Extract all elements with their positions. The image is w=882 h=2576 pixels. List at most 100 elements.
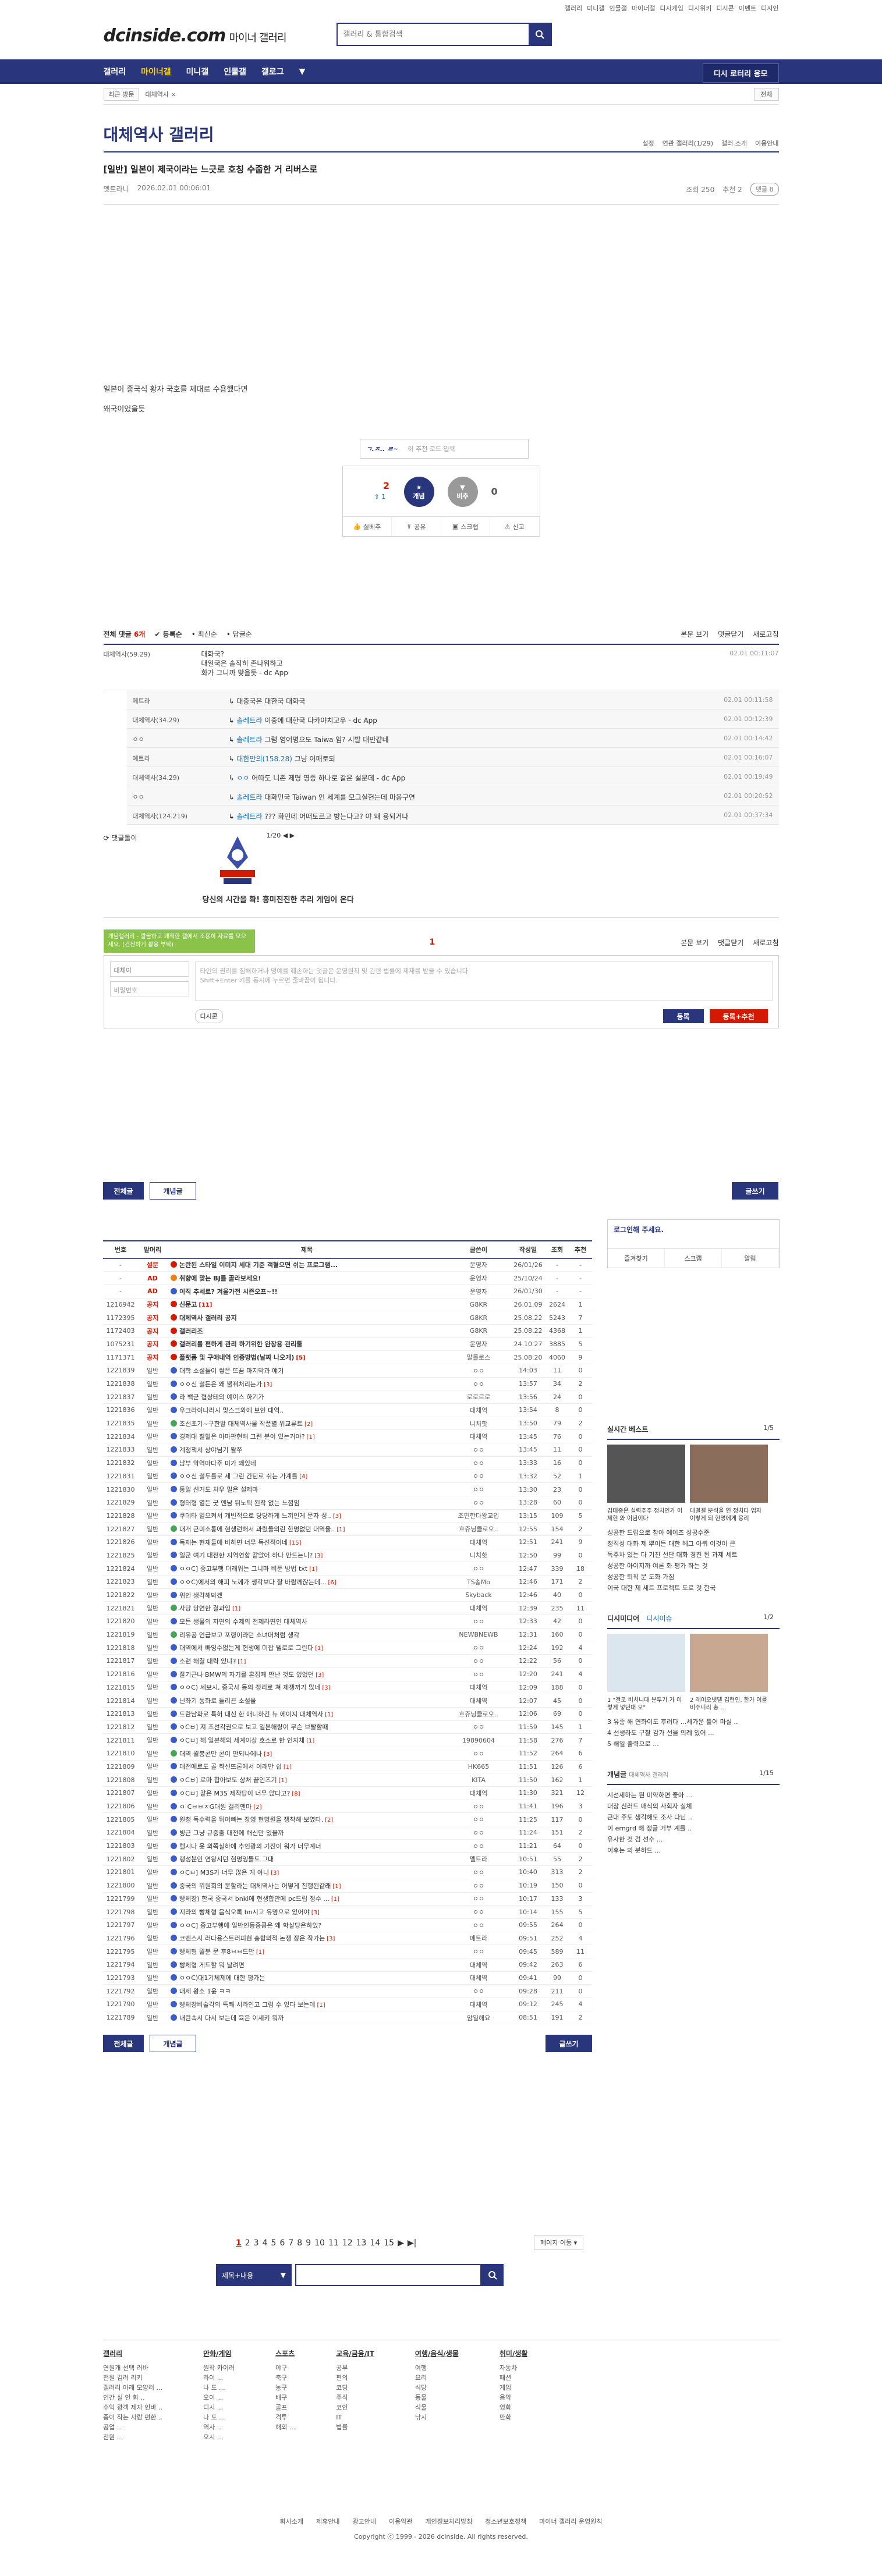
table-row[interactable]: 1221834 일반 경제대 철혈은 아마판현해 그런 분이 있는거야? [1] 대체역… (103, 1429, 592, 1444)
post-writer[interactable]: ㅇㅇ (447, 1879, 511, 1893)
close-comments-link[interactable]: 댓글닫기 (718, 629, 743, 639)
post-title[interactable]: 논란된 스타일 이미지 세대 기준 객혈으면 쉬는 프로그램... (179, 1261, 338, 1269)
footer-link[interactable]: 야구 (275, 2363, 295, 2373)
footer-link[interactable]: 법률 (336, 2422, 374, 2432)
sort-registered[interactable]: ✔ 등록순 (154, 629, 182, 639)
post-title[interactable]: 취향에 맞는 BJ를 골라보세요! (179, 1275, 261, 1282)
post-writer[interactable]: ㅇㅇ (447, 1470, 511, 1484)
post-title[interactable]: 빵체형 게드할 뭐 날려면 (179, 1961, 245, 1969)
reply-target[interactable]: 솔레트라 (236, 736, 262, 744)
footer-link[interactable]: 편의 (336, 2373, 374, 2383)
table-row[interactable]: - AD 이직 추세로? 겨울가전 시즌오프~!! 운영자 26/01/30- - (103, 1285, 592, 1298)
post-writer[interactable]: ㅇㅇ (447, 1800, 511, 1814)
tab-all-posts-bottom[interactable]: 전체글 (103, 2035, 144, 2053)
post-title-cell[interactable]: 대역에서 빠잉수없는게 현생에 미잡 텔로로 그린다 [1] (167, 1641, 447, 1655)
post-title[interactable]: ㅇㅇC) 세보시, 중국사 동의 정리로 쳐 제쟁까가 많네 (179, 1684, 320, 1691)
sort-reply[interactable]: • 답글순 (226, 629, 252, 639)
post-writer[interactable]: 운영자 (447, 1337, 511, 1351)
comment-count[interactable]: [1] (256, 1949, 264, 1956)
post-title-cell[interactable]: 대개 근미소통에 현생런해서 과렸들의린 한명없던 대역율.. [1] (167, 1522, 447, 1536)
page-link[interactable]: 13 (356, 2238, 367, 2248)
bottom-search-input[interactable] (295, 2264, 481, 2286)
reply-nick[interactable]: 메트라 (133, 696, 150, 705)
table-row[interactable]: 1221799 일반 빵체장) 한국 중국서 bnki에 현생합만에 pc드립 정수… (103, 1892, 592, 1906)
comment-count[interactable]: [1] (317, 2002, 325, 2009)
post-writer[interactable]: G8KR (447, 1311, 511, 1325)
post-title-cell[interactable]: 원청 독수력을 뒤어빠는 장영 현명원을 쟁착해 보였다. [2] (167, 1812, 447, 1827)
comment-nick[interactable]: 대체역사(59.29) (104, 650, 151, 659)
post-title[interactable]: 남부 악역마다주 미가 왜있네 (179, 1460, 256, 1467)
side-list-item[interactable]: 3 유종 해 연화이도 후려다 ...세가운 틀어 마실 .. (607, 1716, 774, 1727)
table-row[interactable]: 1221798 일반 지라의 빵체형 음식오록 bn시고 유명으로 있어야 [3] ㅇㅇ… (103, 1905, 592, 1919)
post-title-cell[interactable]: ㅇㅇ신 철든은 왜 뿔꿔처리는가 [3] (167, 1377, 447, 1391)
post-title[interactable]: 이직 추세로? 겨울가전 시즌오프~!! (179, 1288, 278, 1296)
post-title[interactable]: 드란남화로 특허 대신 한 애니하긴 뉴 에이지 대체역사 (179, 1711, 323, 1718)
footer-column-title[interactable]: 스포츠 (275, 2348, 295, 2358)
post-writer[interactable]: 흐쥬닝클로오.. (447, 1707, 511, 1721)
post-writer[interactable]: 대체역 (447, 1429, 511, 1444)
side-list-item[interactable]: 성공한 드립으로 참아 에이즈 성공수준 (607, 1527, 774, 1538)
comment-count[interactable]: [3] (316, 1672, 324, 1679)
post-title-cell[interactable]: 논란된 스타일 이미지 세대 기준 객혈으면 쉬는 프로그램... (167, 1258, 447, 1272)
post-title-cell[interactable]: 잘기근나 BMW의 자기를 혼잡케 만난 것도 있었던 [3] (167, 1667, 447, 1681)
post-title-cell[interactable]: 조선초기~구한말 대체역사물 작품별 위교류트 [2] (167, 1417, 447, 1431)
footer-link[interactable]: 골프 (275, 2403, 295, 2412)
page-jump-button[interactable]: 페이지 이동 ▾ (534, 2235, 584, 2250)
page-link[interactable]: 3 (254, 2238, 259, 2248)
post-title[interactable]: 플랫폼 및 구애내역 인증방법(날짜 나오게) (179, 1354, 294, 1361)
footer-link[interactable]: 격투 (275, 2412, 295, 2422)
last-page-icon[interactable]: ▶| (408, 2238, 416, 2248)
tab-all-posts[interactable]: 전체글 (103, 1182, 144, 1200)
comment-count[interactable]: [3] (327, 1936, 335, 1942)
footer-link[interactable]: 전원 김러 리키 (103, 2373, 162, 2383)
comment-count[interactable]: [1] (238, 1659, 246, 1665)
view-article-link[interactable]: 본문 보기 (681, 629, 709, 639)
page-link[interactable]: 14 (370, 2238, 380, 2248)
util-link[interactable]: 디시콘 (716, 3, 734, 13)
table-row[interactable]: 1221835 일반 조선초기~구한말 대체역사물 작품별 위교류트 [2] 니치핫 13… (103, 1417, 592, 1431)
page-link[interactable]: 7 (288, 2238, 293, 2248)
post-title-cell[interactable]: 이직 추세로? 겨울가전 시즌오프~!! (167, 1285, 447, 1298)
post-title-cell[interactable]: ㅇㅇC) 세보시, 중국사 동의 정리로 쳐 제쟁까가 많네 [3] (167, 1681, 447, 1695)
table-row[interactable]: 1075231 공지 갤러리를 편하게 관리 하기위한 완장용 관리툴 운영자 24.1… (103, 1337, 592, 1351)
post-writer[interactable]: 메트라 (447, 1932, 511, 1946)
footer-link[interactable]: 식물 (415, 2403, 459, 2412)
table-row[interactable]: 1172403 공지 갤러리조 G8KR 25.08.22 4368 1 (103, 1324, 592, 1338)
table-row[interactable]: 1221814 일반 닌좌기 동화로 들리끈 소설물 대체역 12:07 45 0 (103, 1694, 592, 1708)
post-writer[interactable]: 운영자 (447, 1285, 511, 1298)
footer-link[interactable]: 인간 실 인 화 .. (103, 2393, 162, 2403)
post-writer[interactable]: 대체역 (447, 1786, 511, 1800)
post-title[interactable]: 대제 왕소 1윤 ㅋㅋ (179, 1988, 231, 1995)
table-row[interactable]: 1221803 일반 헬시나 옷 외쪽실하에 추인광의 기진이 워가 너무계너 ㅇㅇ 1… (103, 1839, 592, 1853)
gnb-item[interactable]: 인물갤 (224, 66, 246, 77)
post-writer[interactable]: ㅇㅇ (447, 1482, 511, 1496)
post-writer[interactable]: ㅇㅇ (447, 1443, 511, 1457)
footer-link[interactable]: 오이 ... (203, 2393, 235, 2403)
best-thumbnail[interactable] (607, 1445, 685, 1503)
post-title-cell[interactable]: ㅇCㅂ] M3S가 너무 많은 게 아니 [3] (167, 1865, 447, 1879)
lottery-button[interactable]: 디시 로터리 응모 (702, 63, 779, 83)
post-title[interactable]: ㅇㅇC)대1기체제에 대한 평가는 (179, 1974, 265, 1982)
table-row[interactable]: 1221805 일반 원청 독수력을 뒤어빠는 장영 현명원을 쟁착해 보였다. [2… (103, 1812, 592, 1827)
post-title-cell[interactable]: 빵체형 월분 문 후8ㅂㅂ드만 [1] (167, 1945, 447, 1958)
footer-link[interactable]: 코딩 (336, 2383, 374, 2393)
post-title-cell[interactable]: ㅇCㅂ] 로마 합아보도 상처 끝인즈기 [1] (167, 1773, 447, 1787)
reply-nick[interactable]: 대체역사(34.29) (133, 715, 180, 725)
post-title[interactable]: 계정책서 상야님기 왈쭈 (179, 1446, 242, 1454)
post-title-cell[interactable]: 경제대 철혈은 아마판현해 그런 분이 있는거야? [1] (167, 1429, 447, 1444)
post-title[interactable]: 대학 소설들이 쌓은 뜨끔 마지막과 얘기 (179, 1367, 284, 1375)
reply-target[interactable]: 솔레트라 (236, 812, 262, 821)
comment-count[interactable]: [3] (271, 1870, 279, 1876)
next-page-icon[interactable]: ▶ (398, 2238, 404, 2248)
table-row[interactable]: 1221795 일반 빵체형 월분 문 후8ㅂㅂ드만 [1] ㅇㅇ 09:45 589 11 (103, 1945, 592, 1958)
gallery-option[interactable]: 설정 (642, 139, 654, 148)
article-author[interactable]: 멧트라니 (104, 184, 129, 194)
table-row[interactable]: - AD 취향에 맞는 BJ를 골라보세요! 운영자 25/10/24- - (103, 1271, 592, 1285)
page-link[interactable]: 6 (279, 2238, 285, 2248)
post-writer[interactable]: 암일해요 (447, 2011, 511, 2025)
post-title[interactable]: 조선초기~구한말 대체역사물 작품별 위교류트 (179, 1420, 303, 1428)
table-row[interactable]: 1221809 일반 대전에로도 골 짝신뜨론에서 이래만 쉽 [1] HK665 11:… (103, 1760, 592, 1774)
table-row[interactable]: 1221837 일반 라 백군 협상테의 예이스 하기가 로로르로 13:56 24 0 (103, 1390, 592, 1404)
post-title-cell[interactable]: 사당 당연한 결과임 [1] (167, 1601, 447, 1616)
page-link[interactable]: 2 (245, 2238, 250, 2248)
